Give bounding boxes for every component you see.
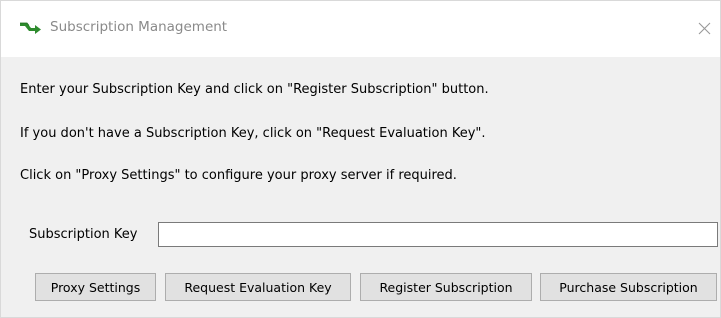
title-bar: Subscription Management (1, 1, 720, 57)
proxy-settings-button[interactable]: Proxy Settings (35, 273, 156, 301)
subscription-dialog: Subscription Management Enter your Subsc… (0, 0, 721, 318)
subscription-key-input[interactable] (158, 222, 718, 247)
purchase-subscription-button[interactable]: Purchase Subscription (540, 273, 717, 301)
instruction-proxy: Click on "Proxy Settings" to configure y… (20, 168, 457, 183)
close-button[interactable] (689, 11, 719, 45)
close-icon (698, 22, 711, 35)
instruction-register: Enter your Subscription Key and click on… (20, 82, 489, 97)
request-evaluation-key-button[interactable]: Request Evaluation Key (165, 273, 351, 301)
green-arrow-icon (19, 20, 43, 36)
instruction-evaluation: If you don't have a Subscription Key, cl… (20, 126, 486, 141)
window-title: Subscription Management (50, 19, 228, 35)
register-subscription-button[interactable]: Register Subscription (360, 273, 532, 301)
subscription-key-label: Subscription Key (29, 227, 138, 242)
